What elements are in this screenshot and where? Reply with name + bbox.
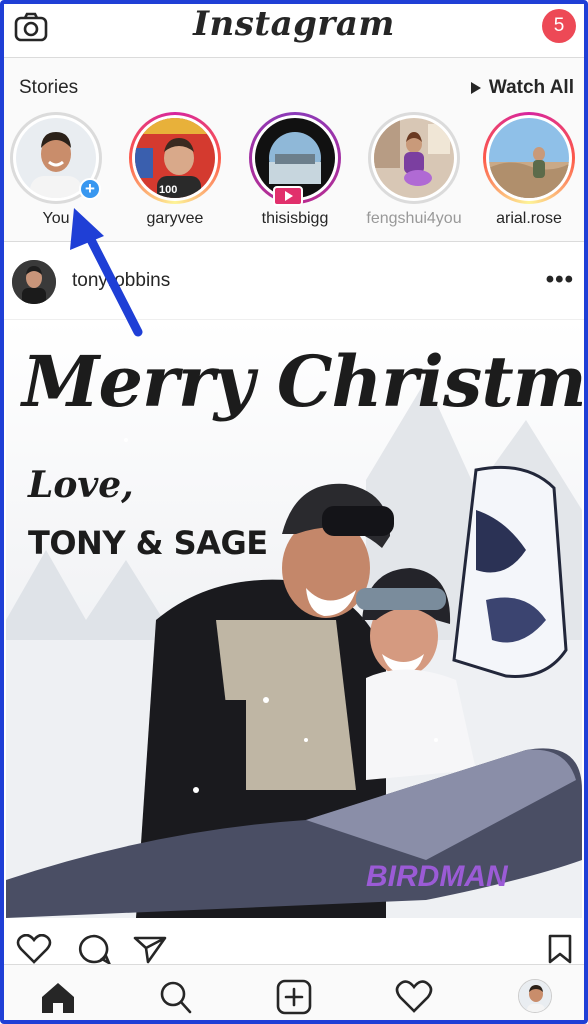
notification-badge[interactable]: 5: [542, 9, 576, 43]
play-icon: [470, 82, 481, 94]
story-ring: [368, 112, 460, 204]
greeting-signoff: TONY & SAGE: [28, 524, 268, 562]
story-username: thisisbigg: [261, 210, 329, 227]
stories-heading: Stories: [19, 77, 79, 98]
story-ring: [483, 112, 575, 204]
more-options-icon[interactable]: •••: [546, 266, 574, 294]
avatar: [489, 118, 569, 198]
comment-icon[interactable]: [76, 934, 112, 964]
live-icon: [273, 186, 303, 206]
svg-text:100: 100: [159, 184, 177, 196]
post-actions: [0, 918, 588, 964]
heart-outline-icon[interactable]: [16, 934, 52, 964]
story-fengshui4you[interactable]: fengshui4you: [359, 112, 469, 228]
post-author-avatar[interactable]: [12, 260, 56, 304]
add-post-icon[interactable]: [274, 979, 314, 1015]
story-username: arial.rose: [496, 210, 562, 227]
greeting-love: Love,: [28, 464, 134, 506]
profile-avatar[interactable]: [518, 979, 552, 1013]
story-thisisbigg[interactable]: thisisbigg: [240, 112, 350, 228]
send-icon[interactable]: [132, 934, 168, 964]
bookmark-icon[interactable]: [546, 934, 574, 964]
story-username: fengshui4you: [366, 210, 462, 227]
bottom-tab-bar: [0, 964, 588, 1024]
home-icon[interactable]: [38, 979, 78, 1015]
watch-all-label: Watch All: [488, 77, 574, 98]
heart-icon[interactable]: [394, 979, 434, 1015]
annotation-arrow: [70, 208, 143, 337]
greeting-headline: Merry Christmas: [22, 340, 582, 423]
top-bar: Instagram 5: [0, 0, 588, 58]
app-logo: Instagram: [193, 4, 395, 44]
avatar: 100: [135, 118, 215, 198]
svg-text:BIRDMAN: BIRDMAN: [366, 860, 509, 893]
add-story-icon[interactable]: +: [79, 178, 101, 200]
avatar: [374, 118, 454, 198]
story-ring: 100: [129, 112, 221, 204]
post-image[interactable]: BIRDMAN Merry Christmas Love, TONY & SAG…: [6, 320, 582, 918]
story-arial-rose[interactable]: arial.rose: [474, 112, 584, 228]
search-icon[interactable]: [156, 979, 196, 1015]
watch-all-button[interactable]: Watch All: [470, 77, 574, 99]
